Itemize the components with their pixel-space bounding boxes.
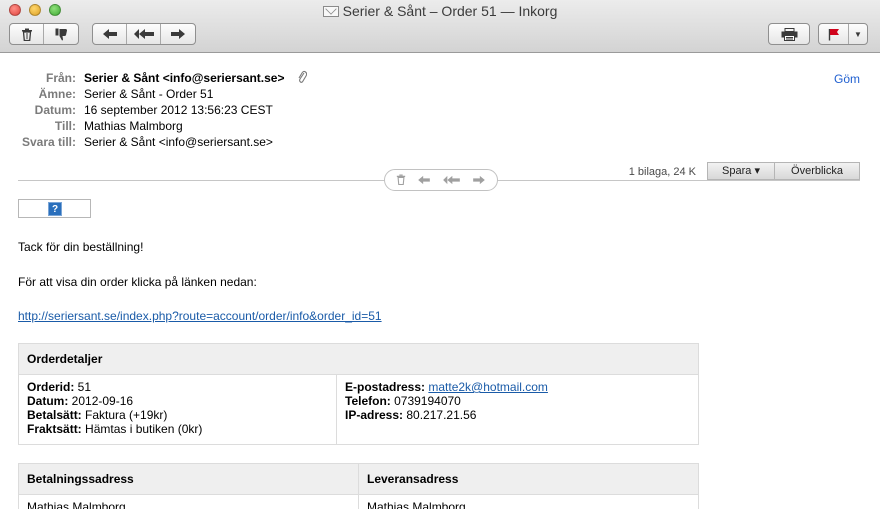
forward-icon (171, 29, 185, 39)
email-link[interactable]: matte2k@hotmail.com (428, 380, 548, 394)
order-date-label: Datum: (27, 394, 69, 408)
email-label: E-postadress: (345, 380, 426, 394)
delivery-name: Mathias Malmborg (358, 494, 699, 509)
reply-group (92, 23, 196, 45)
reply-icon (102, 29, 117, 39)
to-value[interactable]: Mathias Malmborg (84, 118, 183, 134)
subject-label: Ämne: (38, 87, 76, 101)
order-link[interactable]: http://seriersant.se/index.php?route=acc… (18, 309, 382, 323)
window-title: Serier & Sånt – Order 51 — Inkorg (0, 3, 880, 19)
shipping-label: Fraktsätt: (27, 422, 82, 436)
thumbs-down-icon (55, 28, 67, 40)
flag-group: ▼ (818, 23, 868, 45)
flag-menu-button[interactable]: ▼ (849, 24, 867, 44)
order-details-header: Orderdetaljer (18, 343, 699, 375)
thanks-text: Tack för din beställning! (18, 240, 144, 254)
window-toolbar: Serier & Sånt – Order 51 — Inkorg ▼ (0, 0, 880, 53)
billing-address-header: Betalningssadress (18, 463, 359, 495)
payment-value: Faktura (+19kr) (81, 408, 168, 422)
header-date-row: Datum: 16 september 2012 13:56:23 CEST (0, 102, 880, 118)
inline-delete-button[interactable] (396, 173, 406, 188)
shipping-value: Hämtas i butiken (0kr) (81, 422, 203, 436)
printer-icon (781, 27, 797, 41)
date-label: Datum: (34, 103, 76, 117)
address-table: Betalningssadress Leveransadress Mathias… (18, 463, 699, 509)
delivery-address-header: Leveransadress (358, 463, 699, 495)
print-group (768, 23, 810, 45)
trash-icon (21, 28, 32, 41)
trash-icon (397, 174, 406, 185)
order-id-value: 51 (74, 380, 92, 394)
inline-action-bar (384, 169, 498, 191)
broken-image-placeholder: ? (18, 199, 91, 218)
save-attachment-button[interactable]: Spara ▾ (707, 162, 775, 180)
from-label: Från: (46, 71, 76, 85)
reply-icon (418, 175, 430, 184)
window-title-text: Serier & Sånt – Order 51 — Inkorg (342, 3, 558, 19)
header-reply-to-row: Svara till: Serier & Sånt <info@seriersa… (0, 134, 880, 150)
order-details-right-cell: E-postadress: matte2k@hotmail.com Telefo… (336, 374, 699, 445)
print-button[interactable] (769, 24, 809, 44)
to-label: Till: (54, 119, 76, 133)
reply-all-button[interactable] (127, 24, 161, 44)
inline-forward-button[interactable] (472, 173, 486, 188)
attachment-info: 1 bilaga, 24 K (628, 166, 696, 178)
order-date-value: 2012-09-16 (68, 394, 134, 408)
header-to-row: Till: Mathias Malmborg (0, 118, 880, 134)
flag-button[interactable] (819, 24, 849, 44)
subject-value: Serier & Sånt - Order 51 (84, 87, 214, 101)
ip-value: 80.217.21.56 (403, 408, 477, 422)
order-id-label: Orderid: (27, 380, 75, 394)
reply-all-icon (443, 175, 460, 184)
inline-reply-all-button[interactable] (442, 173, 461, 188)
quicklook-button[interactable]: Överblicka (775, 162, 860, 180)
phone-label: Telefon: (345, 394, 391, 408)
reply-to-value[interactable]: Serier & Sånt <info@seriersant.se> (84, 134, 273, 150)
flag-icon (828, 28, 839, 40)
forward-button[interactable] (161, 24, 195, 44)
header-subject-row: Ämne: Serier & Sånt - Order 51 (0, 86, 880, 102)
delete-button[interactable] (10, 24, 44, 44)
forward-icon (472, 175, 485, 184)
delete-junk-group (9, 23, 79, 45)
missing-image-icon: ? (48, 202, 62, 216)
reply-button[interactable] (93, 24, 127, 44)
phone-value: 0739194070 (390, 394, 461, 408)
envelope-icon (322, 6, 339, 17)
billing-name: Mathias Malmborg (18, 494, 359, 509)
junk-button[interactable] (44, 24, 78, 44)
order-details-table: Orderdetaljer Orderid: 51 Datum: 2012-09… (18, 343, 699, 445)
ip-label: IP-adress: (345, 408, 404, 422)
date-value: 16 september 2012 13:56:23 CEST (84, 103, 273, 117)
order-details-left-cell: Orderid: 51 Datum: 2012-09-16 Betalsätt:… (18, 374, 337, 445)
header-from-row: Från: Serier & Sånt <info@seriersant.se> (0, 70, 880, 86)
reply-all-icon (133, 29, 154, 39)
payment-label: Betalsätt: (27, 408, 82, 422)
view-order-text: För att visa din order klicka på länken … (18, 275, 257, 289)
inline-reply-button[interactable] (417, 173, 431, 188)
from-value[interactable]: Serier & Sånt <info@seriersant.se> (84, 70, 284, 86)
chevron-down-icon: ▼ (854, 29, 862, 39)
reply-to-label: Svara till: (21, 135, 76, 149)
hide-header-link[interactable]: Göm (834, 72, 860, 86)
